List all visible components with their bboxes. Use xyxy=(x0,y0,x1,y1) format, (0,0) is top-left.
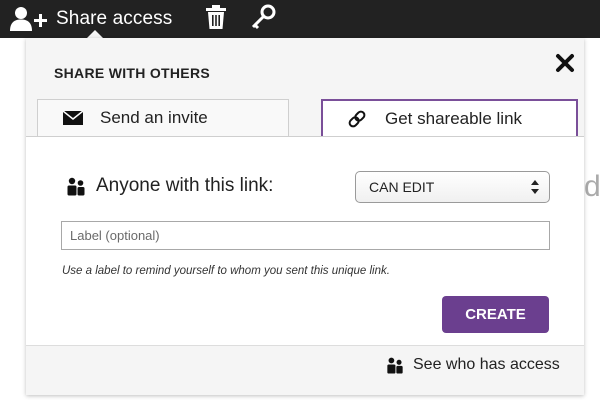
key-button[interactable] xyxy=(250,0,278,38)
anyone-with-link-row: Anyone with this link: xyxy=(66,175,273,197)
dialog-title: SHARE WITH OTHERS xyxy=(54,65,210,81)
tab-get-shareable-link[interactable]: Get shareable link xyxy=(321,99,578,136)
tab-send-invite[interactable]: Send an invite xyxy=(37,99,289,136)
top-toolbar: Share access xyxy=(0,0,600,39)
delete-button[interactable] xyxy=(205,0,227,38)
create-button[interactable]: CREATE xyxy=(442,296,549,333)
key-icon xyxy=(250,3,278,36)
tab-send-invite-label: Send an invite xyxy=(100,108,208,127)
select-arrows-icon xyxy=(531,180,539,194)
link-icon xyxy=(348,110,366,127)
background-partial-text: d xyxy=(584,170,600,203)
share-access-label: Share access xyxy=(56,8,173,29)
permission-select[interactable]: CAN EDIT xyxy=(355,171,550,203)
label-hint-text: Use a label to remind yourself to whom y… xyxy=(62,265,390,277)
trash-icon xyxy=(205,4,227,35)
share-dialog: SHARE WITH OTHERS Send an invite Get sha… xyxy=(26,38,584,395)
permission-selected-value: CAN EDIT xyxy=(369,179,435,195)
user-plus-icon xyxy=(10,6,50,32)
envelope-icon xyxy=(63,111,83,125)
close-icon xyxy=(554,54,576,78)
label-input[interactable] xyxy=(61,221,550,250)
shareable-link-panel: Anyone with this link: CAN EDIT Use a la… xyxy=(26,136,584,346)
people-icon xyxy=(387,357,403,374)
close-button[interactable] xyxy=(554,52,576,74)
see-who-has-access-link[interactable]: See who has access xyxy=(386,356,560,374)
tab-get-shareable-link-label: Get shareable link xyxy=(385,108,523,128)
people-icon xyxy=(67,177,85,196)
anyone-with-link-label: Anyone with this link: xyxy=(96,175,274,196)
see-who-has-access-label: See who has access xyxy=(413,356,560,373)
